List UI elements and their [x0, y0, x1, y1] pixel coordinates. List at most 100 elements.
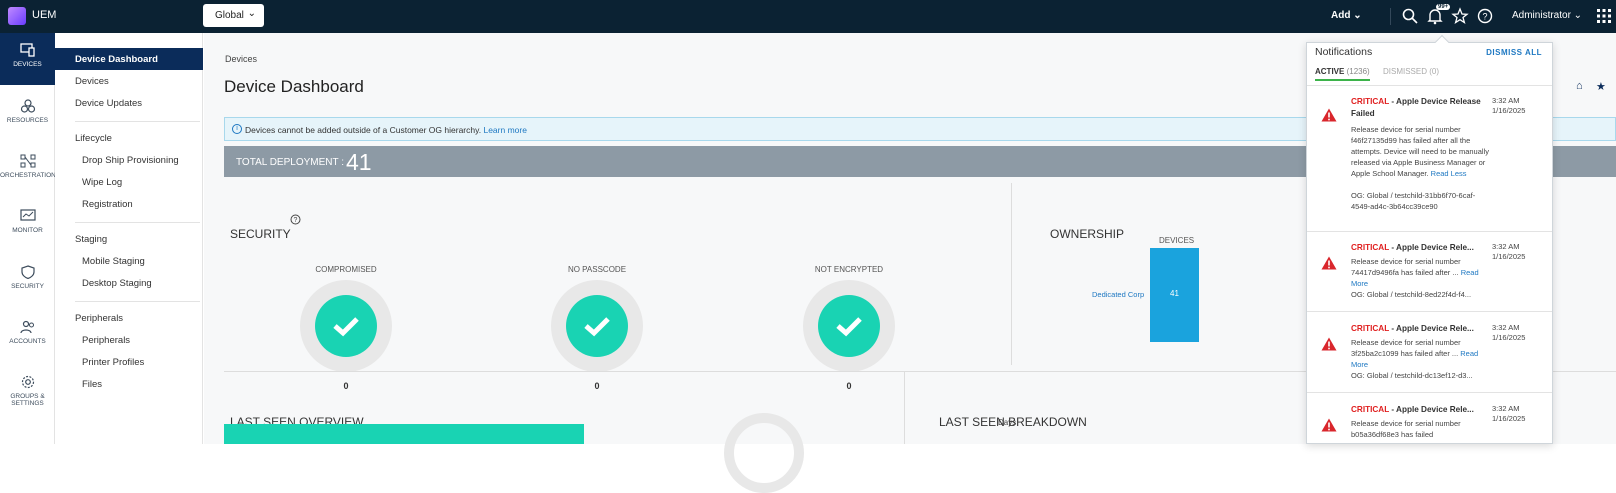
dismiss-all-button[interactable]: DISMISS ALL [1486, 48, 1542, 57]
tab-active-label: ACTIVE [1315, 67, 1345, 76]
nav-orchestration-label: ORCHESTRATION [0, 172, 56, 179]
gauge-label: COMPROMISED [315, 265, 377, 274]
divider [75, 301, 200, 302]
nav-resources[interactable]: RESOURCES [0, 89, 55, 141]
notification-item[interactable]: CRITICAL - Apple Device Rele... 3:32 AM 1… [1307, 232, 1552, 312]
gauge-label: NOT ENCRYPTED [814, 265, 884, 274]
compromised-gauge[interactable]: COMPROMISED 0 [300, 265, 392, 391]
subnav-printer-profiles[interactable]: Printer Profiles [82, 357, 144, 368]
subnav-mobile-staging[interactable]: Mobile Staging [82, 256, 145, 267]
total-deployment-value[interactable]: 41 [346, 149, 372, 176]
nav-security-label: SECURITY [11, 283, 44, 290]
subnav-peripherals[interactable]: Peripherals [82, 335, 130, 346]
notification-og: OG: Global / testchild-dc13ef12-d3... [1351, 371, 1473, 380]
ownership-bar[interactable]: 41 [1150, 248, 1199, 342]
add-button[interactable]: Add ⌄ [1331, 10, 1362, 21]
orchestration-icon [20, 154, 35, 168]
divider [75, 222, 200, 223]
primary-nav: DEVICES RESOURCES ORCHESTRATION MONITOR … [0, 33, 56, 444]
notification-time: 3:32 AM [1492, 323, 1520, 332]
warning-icon [1321, 418, 1337, 432]
search-icon[interactable] [1401, 7, 1419, 25]
notification-item[interactable]: CRITICAL - Apple Device Rele... 3:32 AM 1… [1307, 313, 1552, 393]
favorite-star-icon[interactable]: ★ [1596, 80, 1606, 93]
severity-label: CRITICAL [1351, 243, 1390, 252]
shield-icon [20, 265, 35, 279]
notification-body: Release device for serial number b05a36d… [1351, 419, 1461, 439]
app-name: UEM [32, 9, 57, 21]
notification-body: Release device for serial number 3f25ba2… [1351, 338, 1461, 358]
nav-accounts[interactable]: ACCOUNTS [0, 310, 55, 362]
top-bar: UEM Global ⌄ Add ⌄ 99+ ? Administrator ⌄ [0, 0, 1616, 33]
nav-resources-label: RESOURCES [6, 117, 49, 124]
home-icon[interactable]: ⌂ [1576, 80, 1583, 92]
notification-title: - Apple Device Rele... [1389, 324, 1474, 333]
gauge-value: 0 [846, 381, 852, 391]
tab-dismissed[interactable]: DISMISSED (0) [1383, 67, 1439, 76]
no-passcode-gauge[interactable]: NO PASSCODE 0 [551, 265, 643, 391]
gauge-label: NO PASSCODE [567, 265, 627, 274]
tab-active[interactable]: ACTIVE (1236) [1315, 67, 1370, 81]
read-less-link[interactable]: Read Less [1431, 169, 1467, 178]
subnav-devices[interactable]: Devices [75, 76, 109, 87]
monitor-icon [19, 209, 36, 221]
notification-date: 1/16/2025 [1492, 333, 1526, 342]
nav-groups-settings-label: GROUPS & SETTINGS [10, 393, 45, 407]
ownership-category-label: Dedicated Corp [1092, 290, 1145, 299]
tab-active-count: (1236) [1346, 67, 1370, 76]
ownership-title: OWNERSHIP [1050, 227, 1125, 241]
app-grid-icon[interactable] [1595, 7, 1613, 25]
help-icon[interactable]: ? [1476, 7, 1494, 25]
info-banner-text: Devices cannot be added outside of a Cus… [245, 125, 482, 135]
notification-date: 1/16/2025 [1492, 106, 1526, 115]
notifications-panel: Notifications DISMISS ALL ACTIVE (1236) … [1306, 34, 1553, 444]
subnav-device-dashboard[interactable]: Device Dashboard [55, 48, 203, 70]
divider [75, 121, 200, 122]
notification-date: 1/16/2025 [1492, 252, 1526, 261]
svg-text:?: ? [1482, 11, 1487, 21]
learn-more-link[interactable]: Learn more [483, 125, 526, 135]
subnav-files[interactable]: Files [82, 379, 102, 390]
last-seen-donut[interactable] [724, 413, 804, 493]
warning-icon [1321, 256, 1337, 270]
not-encrypted-gauge[interactable]: NOT ENCRYPTED 0 [803, 265, 895, 391]
subnav-device-updates[interactable]: Device Updates [75, 98, 142, 109]
subnav-desktop-staging[interactable]: Desktop Staging [82, 278, 152, 289]
svg-text:?: ? [294, 217, 298, 224]
help-icon[interactable]: ? [290, 214, 301, 225]
subnav-heading-peripherals: Peripherals [75, 313, 124, 324]
subnav-heading-lifecycle: Lifecycle [75, 133, 112, 144]
checkmark-icon [333, 317, 359, 337]
divider [904, 371, 905, 444]
warning-icon [1321, 337, 1337, 351]
notification-item[interactable]: CRITICAL - Apple Device Release Failed 3… [1307, 86, 1552, 232]
divider [1011, 183, 1012, 365]
subnav-wipe-log[interactable]: Wipe Log [82, 177, 122, 188]
breadcrumb[interactable]: Devices [225, 54, 257, 64]
notification-time: 3:32 AM [1492, 404, 1520, 413]
nav-devices[interactable]: DEVICES [0, 33, 55, 85]
severity-label: CRITICAL [1351, 324, 1390, 333]
nav-security[interactable]: SECURITY [0, 255, 55, 307]
user-menu[interactable]: Administrator ⌄ [1512, 10, 1582, 21]
nav-monitor[interactable]: MONITOR [0, 199, 55, 251]
severity-label: CRITICAL [1351, 405, 1390, 414]
notification-time: 3:32 AM [1492, 96, 1520, 105]
notification-title: - Apple Device Rele... [1389, 243, 1474, 252]
notification-item[interactable]: CRITICAL - Apple Device Rele... 3:32 AM 1… [1307, 394, 1552, 444]
notifications-title: Notifications [1315, 46, 1373, 58]
days-axis-label: Days [998, 418, 1017, 427]
notification-body: Release device for serial number 74417d9… [1351, 257, 1461, 277]
secondary-nav: Device Dashboard Devices Device Updates … [55, 33, 203, 444]
last-seen-overview-bar[interactable] [224, 424, 584, 444]
subnav-registration[interactable]: Registration [82, 199, 133, 210]
star-icon[interactable] [1451, 7, 1469, 25]
subnav-drop-ship-provisioning[interactable]: Drop Ship Provisioning [82, 155, 179, 166]
nav-orchestration[interactable]: ORCHESTRATION [0, 144, 56, 196]
og-selector[interactable]: Global ⌄ [203, 4, 264, 27]
accounts-icon [19, 320, 34, 334]
notification-count-badge: 99+ [1436, 4, 1451, 10]
ownership-bar-value: 41 [1170, 289, 1179, 298]
checkmark-icon [836, 317, 862, 337]
nav-groups-settings[interactable]: GROUPS & SETTINGS [0, 365, 55, 417]
